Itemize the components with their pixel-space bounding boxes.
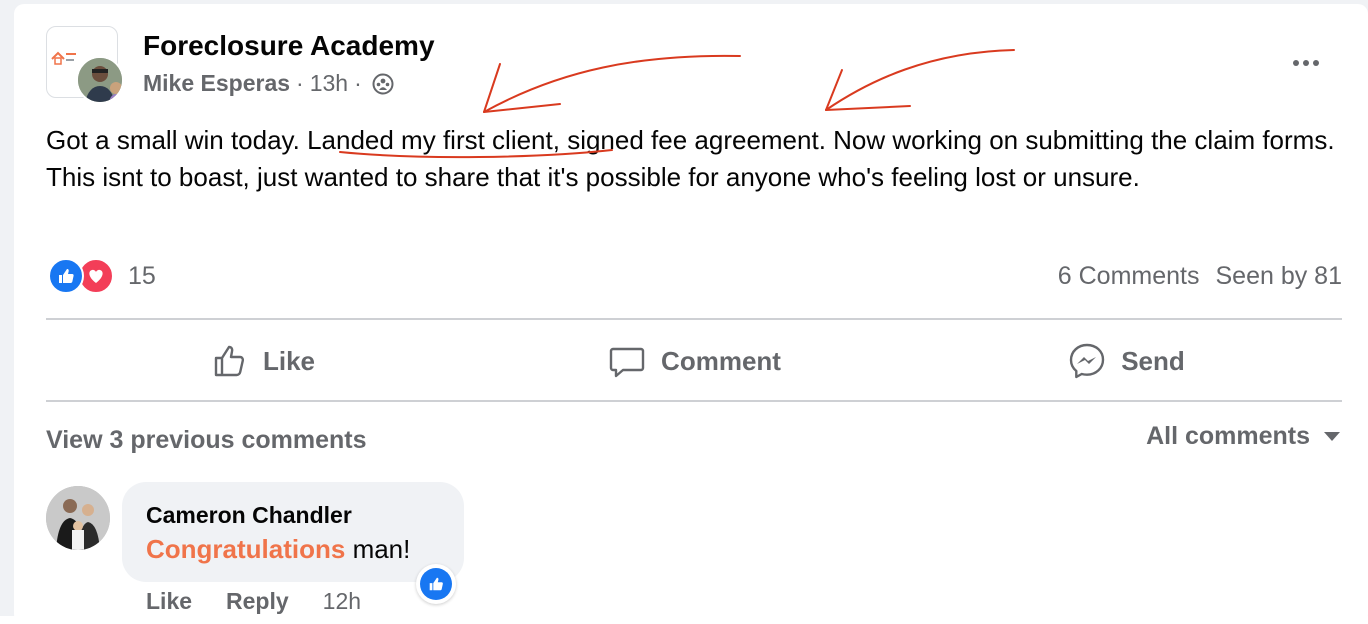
comment-text: Congratulations man! bbox=[146, 534, 410, 565]
dot-icon bbox=[1313, 60, 1319, 66]
comment-highlight: Congratulations bbox=[146, 534, 346, 564]
group-photo-icon bbox=[46, 486, 110, 550]
divider bbox=[46, 400, 1342, 402]
comments-filter-label: All comments bbox=[1146, 422, 1310, 450]
dot-icon bbox=[1303, 60, 1309, 66]
comment-like-button[interactable]: Like bbox=[146, 588, 192, 615]
commenter-name[interactable]: Cameron Chandler bbox=[146, 502, 352, 529]
reaction-count: 15 bbox=[128, 261, 156, 290]
post-text-start: Got a small win today. bbox=[46, 125, 308, 155]
view-previous-comments-link[interactable]: View 3 previous comments bbox=[46, 426, 367, 455]
like-reaction-icon bbox=[48, 258, 84, 294]
post-time[interactable]: 13h bbox=[310, 70, 348, 97]
seen-by-link[interactable]: Seen by 81 bbox=[1216, 262, 1343, 291]
post-meta: Mike Esperas · 13h · bbox=[143, 70, 394, 97]
comment-count-link[interactable]: 6 Comments bbox=[1058, 262, 1200, 291]
comment-time[interactable]: 12h bbox=[323, 588, 361, 615]
author-name[interactable]: Mike Esperas bbox=[143, 70, 290, 97]
meta-separator: · bbox=[354, 70, 362, 96]
dot-icon bbox=[1293, 60, 1299, 66]
person-photo-icon bbox=[78, 58, 122, 102]
comment-reaction-badge[interactable] bbox=[416, 564, 456, 604]
like-button[interactable]: Like bbox=[46, 322, 478, 400]
speech-bubble-icon bbox=[609, 347, 645, 378]
comment-text-rest: man! bbox=[345, 534, 411, 564]
group-name[interactable]: Foreclosure Academy bbox=[143, 30, 435, 62]
author-avatar[interactable] bbox=[76, 56, 124, 104]
post-text-highlight: Landed my first client bbox=[307, 125, 553, 155]
comment-bubble: Cameron Chandler Congratulations man! bbox=[122, 482, 464, 582]
like-reaction-icon bbox=[420, 568, 452, 600]
more-options-button[interactable] bbox=[1284, 50, 1328, 76]
comments-filter-dropdown[interactable]: All comments bbox=[1146, 422, 1340, 451]
comment-label: Comment bbox=[661, 345, 781, 376]
post-body: Got a small win today. Landed my first c… bbox=[46, 122, 1346, 196]
house-logo-icon bbox=[51, 51, 76, 65]
comment-button[interactable]: Comment bbox=[478, 322, 910, 400]
group-members-icon[interactable] bbox=[372, 73, 394, 95]
post-action-bar: Like Comment Send bbox=[46, 322, 1342, 400]
comment-actions: Like Reply 12h bbox=[146, 588, 361, 615]
meta-separator: · bbox=[296, 70, 304, 96]
like-label: Like bbox=[262, 345, 316, 376]
caret-down-icon bbox=[1324, 432, 1340, 441]
divider bbox=[46, 318, 1342, 320]
page-background: Foreclosure Academy Mike Esperas · 13h ·… bbox=[0, 0, 1368, 624]
send-button[interactable]: Send bbox=[910, 322, 1342, 400]
post-stats: 6 Comments Seen by 81 bbox=[1058, 262, 1342, 291]
post-avatar-group[interactable] bbox=[46, 26, 124, 104]
comment-reply-button[interactable]: Reply bbox=[226, 588, 289, 615]
commenter-avatar[interactable] bbox=[46, 486, 110, 550]
thumbs-up-icon bbox=[214, 345, 245, 377]
send-label: Send bbox=[1121, 345, 1185, 376]
reactions-summary[interactable]: 15 bbox=[48, 258, 156, 294]
messenger-icon bbox=[1070, 343, 1105, 379]
